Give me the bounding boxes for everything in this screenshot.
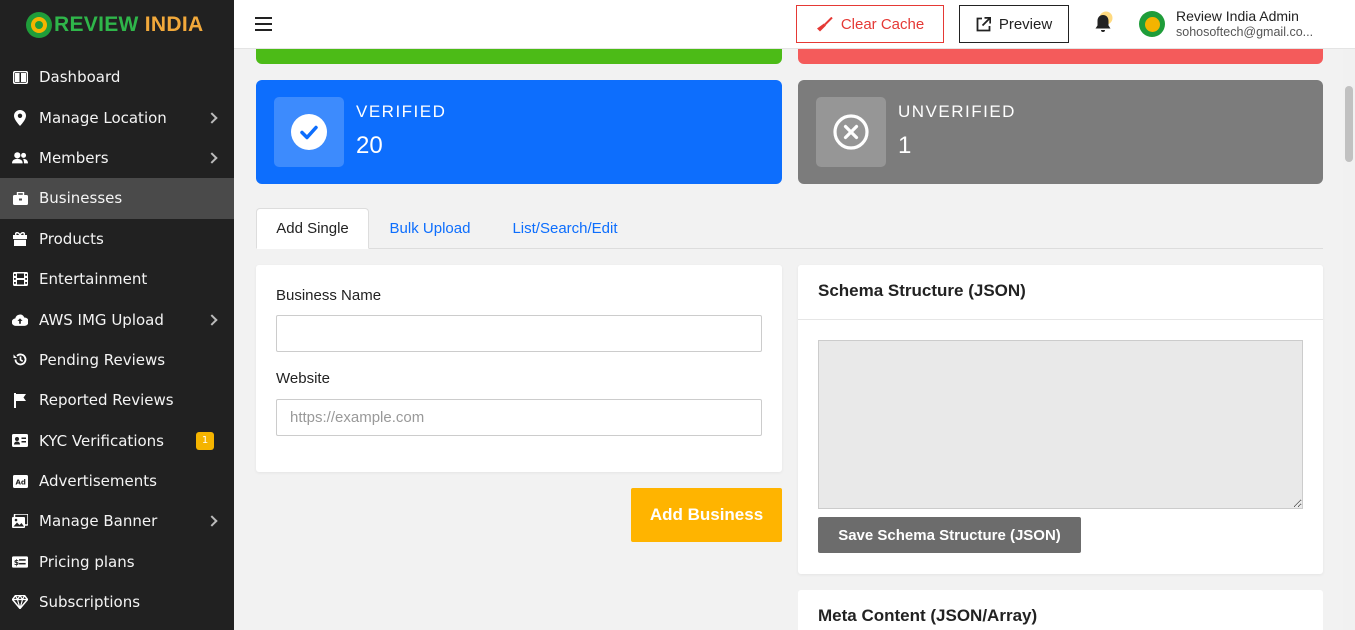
menu-toggle-icon[interactable]: [255, 17, 272, 31]
website-label: Website: [276, 370, 330, 387]
svg-text:Ad: Ad: [15, 478, 25, 486]
sidebar-item-label: Advertisements: [39, 472, 157, 491]
sidebar-item-subscriptions[interactable]: Subscriptions: [0, 582, 234, 622]
sidebar-item-pending-reviews[interactable]: Pending Reviews: [0, 340, 234, 380]
sidebar-item-entertainment[interactable]: Entertainment: [0, 259, 234, 299]
user-email: sohosoftech@gmail.co...: [1176, 25, 1314, 39]
dashboard-icon: [12, 69, 28, 85]
flag-icon: [12, 392, 28, 408]
money-icon: $: [12, 554, 28, 570]
sidebar-item-label: Entertainment: [39, 270, 148, 289]
sidebar-nav: Dashboard Manage Location Members Busine…: [0, 57, 234, 622]
top-header: Clear Cache Preview Review India Admin s…: [234, 0, 1355, 49]
add-business-button[interactable]: Add Business: [631, 488, 782, 542]
sidebar-item-label: Reported Reviews: [39, 391, 174, 410]
sidebar-item-manage-banner[interactable]: Manage Banner: [0, 501, 234, 541]
business-name-label: Business Name: [276, 287, 382, 304]
unverified-count: 1: [898, 132, 912, 159]
sidebar-item-members[interactable]: Members: [0, 138, 234, 178]
x-circle-icon: [833, 114, 869, 150]
sidebar-item-label: Businesses: [39, 189, 123, 208]
sidebar-item-label: Products: [39, 229, 104, 248]
approved-stat-card-partial: [256, 49, 782, 64]
chevron-right-icon: [206, 111, 218, 124]
logo-icon: [26, 12, 52, 38]
preview-button[interactable]: Preview: [959, 5, 1069, 43]
brand-logo[interactable]: REVIEW INDIA: [0, 0, 234, 50]
sidebar-item-label: Members: [39, 148, 109, 167]
sidebar-item-advertisements[interactable]: Ad Advertisements: [0, 461, 234, 501]
schema-title: Schema Structure (JSON): [818, 281, 1026, 300]
unverified-label: UNVERIFIED: [898, 102, 1016, 121]
gem-icon: [12, 594, 28, 610]
tab-add-single[interactable]: Add Single: [256, 208, 369, 249]
divider: [798, 319, 1323, 320]
avatar[interactable]: [1139, 11, 1165, 37]
verified-label: VERIFIED: [356, 102, 447, 121]
chevron-right-icon: [206, 152, 218, 164]
unverified-icon-box: [816, 97, 886, 167]
rejected-stat-card-partial: [798, 49, 1323, 64]
sidebar-item-label: Manage Banner: [39, 512, 158, 531]
sidebar-item-aws-img-upload[interactable]: AWS IMG Upload: [0, 299, 234, 339]
sidebar-item-label: Pricing plans: [39, 552, 135, 571]
sidebar-item-businesses[interactable]: Businesses: [0, 178, 234, 219]
sidebar-item-pricing-plans[interactable]: $ Pricing plans: [0, 542, 234, 582]
id-card-icon: [12, 433, 28, 449]
location-pin-icon: [12, 109, 28, 126]
sidebar-item-label: AWS IMG Upload: [39, 310, 164, 329]
website-input[interactable]: [276, 399, 762, 436]
sidebar-item-manage-location[interactable]: Manage Location: [0, 97, 234, 137]
tab-bulk-upload[interactable]: Bulk Upload: [378, 208, 482, 249]
sidebar-item-label: Subscriptions: [39, 593, 141, 612]
kyc-count-badge: 1: [196, 431, 214, 450]
users-icon: [12, 150, 28, 166]
clear-cache-button[interactable]: Clear Cache: [796, 5, 944, 43]
svg-text:$: $: [14, 558, 19, 567]
check-circle-icon: [291, 114, 327, 150]
sidebar-item-reported-reviews[interactable]: Reported Reviews: [0, 380, 234, 420]
sidebar-item-label: Dashboard: [39, 68, 121, 87]
brand-part2: INDIA: [144, 13, 204, 36]
brand-name: REVIEW INDIA: [54, 13, 203, 37]
image-icon: [12, 513, 28, 529]
save-schema-button[interactable]: Save Schema Structure (JSON): [818, 517, 1081, 553]
briefcase-icon: [12, 190, 28, 206]
sidebar-item-kyc-verifications[interactable]: KYC Verifications 1: [0, 421, 234, 461]
business-tabs: Add Single Bulk Upload List/Search/Edit: [256, 208, 1323, 249]
scrollbar-thumb[interactable]: [1345, 86, 1353, 162]
chevron-right-icon: [206, 515, 218, 528]
verified-stat-card: VERIFIED 20: [256, 80, 782, 184]
gift-icon: [12, 231, 28, 247]
verified-count: 20: [356, 132, 383, 159]
page-scrollbar[interactable]: [1343, 49, 1355, 630]
schema-structure-card: Schema Structure (JSON) Save Schema Stru…: [798, 265, 1323, 574]
tab-list-search-edit[interactable]: List/Search/Edit: [500, 208, 630, 249]
add-business-form: Business Name Website: [256, 265, 782, 472]
cloud-upload-icon: [12, 312, 28, 328]
broom-icon: [816, 16, 833, 31]
sidebar-item-products[interactable]: Products: [0, 219, 234, 259]
film-icon: [12, 271, 28, 287]
business-name-input[interactable]: [276, 315, 762, 352]
sidebar: REVIEW INDIA Dashboard Manage Location M…: [0, 0, 234, 630]
ad-icon: Ad: [12, 473, 28, 489]
user-name[interactable]: Review India Admin: [1176, 8, 1299, 24]
verified-icon-box: [274, 97, 344, 167]
chevron-right-icon: [206, 313, 218, 326]
sidebar-item-label: KYC Verifications: [39, 431, 164, 450]
sidebar-item-label: Pending Reviews: [39, 350, 166, 369]
preview-label: Preview: [998, 15, 1053, 33]
schema-json-textarea[interactable]: [818, 340, 1303, 509]
brand-part1: REVIEW: [54, 13, 139, 36]
sidebar-item-label: Manage Location: [39, 108, 167, 127]
sidebar-item-dashboard[interactable]: Dashboard: [0, 57, 234, 97]
history-icon: [12, 352, 28, 368]
meta-title: Meta Content (JSON/Array): [818, 606, 1038, 625]
meta-content-card: Meta Content (JSON/Array): [798, 590, 1323, 630]
clear-cache-label: Clear Cache: [840, 15, 925, 33]
unverified-stat-card: UNVERIFIED 1: [798, 80, 1323, 184]
notification-bell-icon[interactable]: [1092, 11, 1114, 35]
external-link-icon: [976, 16, 991, 31]
